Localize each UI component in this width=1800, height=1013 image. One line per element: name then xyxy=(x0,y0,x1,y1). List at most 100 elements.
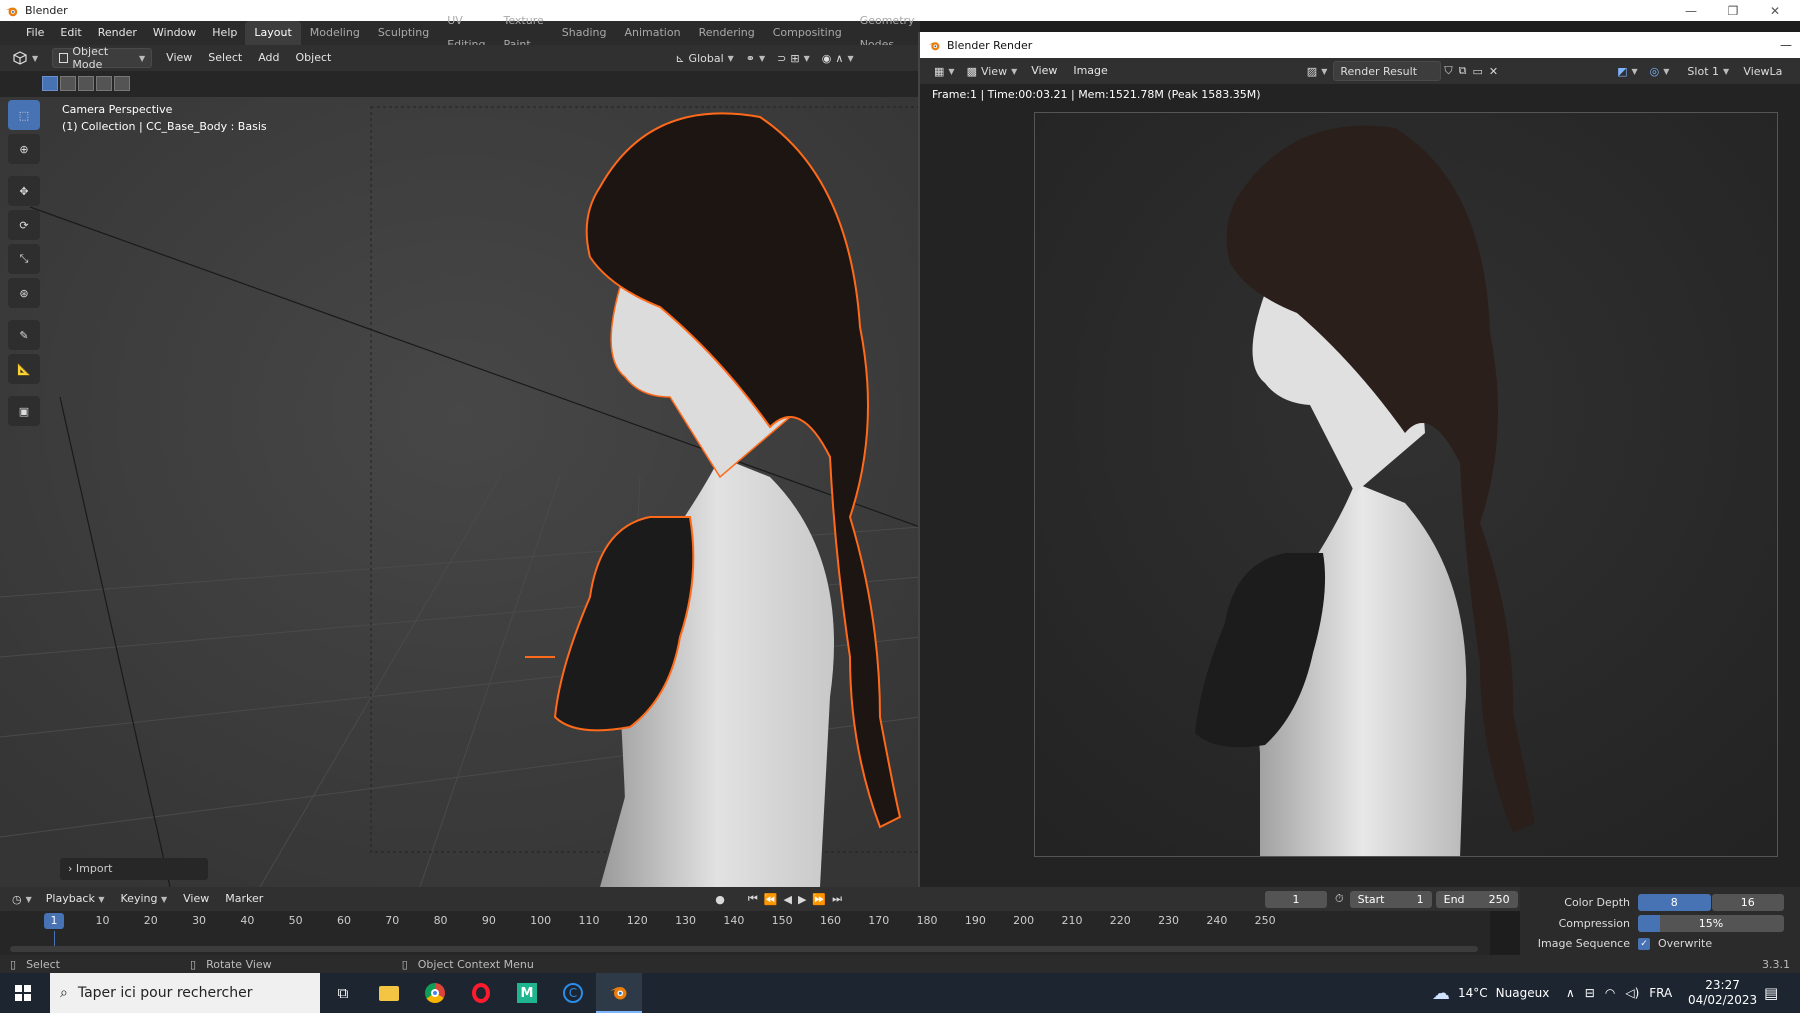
select-invert-icon[interactable] xyxy=(96,76,112,91)
menu-help[interactable]: Help xyxy=(204,21,245,45)
add-cube-tool[interactable]: ▣ xyxy=(8,396,40,426)
next-keyframe-icon[interactable]: ⏩ xyxy=(809,893,829,906)
image-browse-button[interactable]: ▨ ▼ xyxy=(1301,61,1334,81)
file-explorer-button[interactable] xyxy=(366,973,412,1013)
stopwatch-icon[interactable]: ⏱ xyxy=(1335,892,1344,906)
orientation-dropdown[interactable]: ⊾ Global ▼ xyxy=(669,48,739,68)
image-editor-icon: ▦ xyxy=(934,64,945,78)
overwrite-checkbox[interactable]: ✓ xyxy=(1638,937,1650,950)
volume-icon[interactable]: ◁) xyxy=(1625,986,1639,1000)
tl-menu-playback[interactable]: Playback ▼ xyxy=(38,887,113,912)
tl-menu-keying[interactable]: Keying ▼ xyxy=(113,887,176,912)
close-button[interactable]: ✕ xyxy=(1754,0,1796,21)
unlink-icon[interactable]: ✕ xyxy=(1486,65,1501,78)
tab-compositing[interactable]: Compositing xyxy=(764,21,851,45)
weather-widget[interactable]: ☁ 14°C Nuageux xyxy=(1432,983,1549,1004)
view-mode-dropdown[interactable]: ▩ View ▼ xyxy=(961,61,1024,81)
menu-window[interactable]: Window xyxy=(145,21,204,45)
play-reverse-icon[interactable]: ◀ xyxy=(780,893,794,906)
tab-sculpting[interactable]: Sculpting xyxy=(369,21,438,45)
overlay-toggle[interactable]: ◎ ▼ xyxy=(1644,61,1676,81)
folder-icon[interactable]: ▭ xyxy=(1469,65,1485,78)
taskbar-search[interactable]: ⌕ Taper ici pour rechercher xyxy=(50,973,320,1013)
select-extend-icon[interactable] xyxy=(60,76,76,91)
editor-type-button[interactable]: ▼ xyxy=(6,48,44,68)
tl-menu-marker[interactable]: Marker xyxy=(217,887,271,911)
vp-menu-add[interactable]: Add xyxy=(250,46,287,70)
tab-animation[interactable]: Animation xyxy=(615,21,689,45)
chevron-up-icon[interactable]: ∧ xyxy=(1566,986,1575,1000)
select-subtract-icon[interactable] xyxy=(78,76,94,91)
tl-menu-view[interactable]: View xyxy=(175,887,217,911)
view-layer-dropdown[interactable]: ViewLa xyxy=(1737,61,1788,81)
color-depth-16[interactable]: 16 xyxy=(1711,894,1784,911)
editor-type-button[interactable]: ◷ ▼ xyxy=(6,889,38,909)
menu-edit[interactable]: Edit xyxy=(52,21,89,45)
import-panel[interactable]: › Import xyxy=(60,858,208,880)
clock[interactable]: 23:27 04/02/2023 xyxy=(1688,978,1757,1008)
opera-button[interactable] xyxy=(458,973,504,1013)
pivot-dropdown[interactable]: ⚭ ▼ xyxy=(740,48,771,68)
snap-toggle[interactable]: ⊃ ⊞ ▼ xyxy=(771,48,816,68)
start-frame-field[interactable]: Start 1 xyxy=(1349,890,1432,908)
rw-menu-image[interactable]: Image xyxy=(1065,59,1115,83)
blender-taskbar-button[interactable] xyxy=(596,973,642,1013)
color-depth-8[interactable]: 8 xyxy=(1638,894,1711,911)
select-intersect-icon[interactable] xyxy=(114,76,130,91)
annotate-tool[interactable]: ✎ xyxy=(8,320,40,350)
wifi-icon[interactable]: ◠ xyxy=(1605,986,1615,1000)
crosshair-icon: ⊕ xyxy=(19,142,29,156)
slot-dropdown[interactable]: Slot 1 ▼ xyxy=(1681,61,1737,81)
notifications-button[interactable]: ▤ xyxy=(1764,984,1778,1002)
proportional-edit-toggle[interactable]: ◉ ∧ ▼ xyxy=(816,48,860,68)
transform-tool[interactable]: ⊛ xyxy=(8,278,40,308)
frame-ruler[interactable]: 1102030405060708090100110120130140150160… xyxy=(0,911,1490,931)
image-name-field[interactable]: Render Result xyxy=(1333,61,1442,81)
jump-end-icon[interactable]: ⏭ xyxy=(829,892,845,906)
usb-icon[interactable]: ⊟ xyxy=(1585,986,1595,1000)
vp-menu-object[interactable]: Object xyxy=(288,46,340,70)
record-icon[interactable]: ● xyxy=(711,893,729,906)
task-view-button[interactable]: ⧉ xyxy=(320,973,366,1013)
mode-dropdown[interactable]: Object Mode ▼ xyxy=(52,45,153,71)
tab-layout[interactable]: Layout xyxy=(245,21,301,45)
select-new-icon[interactable] xyxy=(42,76,58,91)
prev-keyframe-icon[interactable]: ⏪ xyxy=(761,893,781,906)
cursor-tool[interactable]: ⊕ xyxy=(8,134,40,164)
menu-render[interactable]: Render xyxy=(90,21,145,45)
render-minimize-icon[interactable]: — xyxy=(1780,38,1792,52)
minimize-button[interactable]: — xyxy=(1670,0,1712,21)
move-tool[interactable]: ✥ xyxy=(8,176,40,206)
compression-slider[interactable]: 15% xyxy=(1638,915,1784,932)
start-button[interactable] xyxy=(0,973,46,1013)
language-indicator[interactable]: FRA xyxy=(1649,986,1672,1000)
end-frame-field[interactable]: End 250 xyxy=(1435,890,1518,908)
shield-icon[interactable]: ⛉ xyxy=(1441,64,1455,78)
select-box-tool[interactable]: ⬚ xyxy=(8,100,40,130)
tab-modeling[interactable]: Modeling xyxy=(301,21,369,45)
vp-menu-view[interactable]: View xyxy=(158,46,200,70)
3d-viewport[interactable] xyxy=(0,97,920,887)
vp-menu-select[interactable]: Select xyxy=(200,46,250,70)
tab-rendering[interactable]: Rendering xyxy=(690,21,764,45)
tab-shading[interactable]: Shading xyxy=(553,21,616,45)
scale-tool[interactable]: ⤡ xyxy=(8,244,40,274)
render-window[interactable]: Blender Render — ▦ ▼ ▩ View ▼ View Image ▨ ▼… xyxy=(918,32,1800,887)
measure-tool[interactable]: 📐 xyxy=(8,354,40,384)
current-frame-field[interactable]: 1 xyxy=(1265,890,1328,908)
rw-menu-view[interactable]: View xyxy=(1023,59,1065,83)
current-frame-indicator[interactable]: 1 xyxy=(44,913,64,929)
timeline-scrollbar[interactable] xyxy=(10,946,1478,952)
editor-type-button[interactable]: ▦ ▼ xyxy=(928,61,961,81)
restore-button[interactable]: ❐ xyxy=(1712,0,1754,21)
c-app-button[interactable]: C xyxy=(550,973,596,1013)
play-icon[interactable]: ▶ xyxy=(795,893,809,906)
jump-start-icon[interactable]: ⏮ xyxy=(745,892,761,906)
m-app-button[interactable]: M xyxy=(504,973,550,1013)
render-result-image[interactable] xyxy=(1034,112,1778,857)
menu-file[interactable]: File xyxy=(18,21,52,45)
duplicate-icon[interactable]: ⧉ xyxy=(1456,64,1470,78)
rotate-tool[interactable]: ⟳ xyxy=(8,210,40,240)
chrome-button[interactable] xyxy=(412,973,458,1013)
gizmo-toggle[interactable]: ◩ ▼ xyxy=(1611,61,1644,81)
